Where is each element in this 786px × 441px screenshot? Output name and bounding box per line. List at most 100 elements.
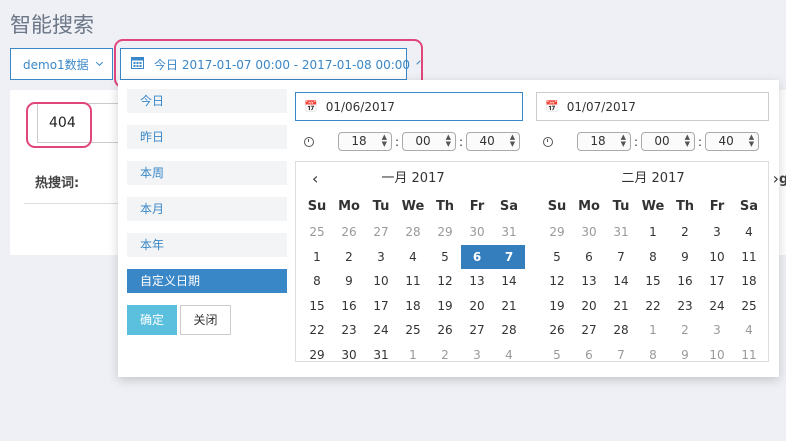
day-cell[interactable]: 5 xyxy=(541,343,573,368)
range-yesterday[interactable]: 昨日 xyxy=(127,125,287,149)
day-cell[interactable]: 1 xyxy=(637,220,669,245)
day-cell[interactable]: 4 xyxy=(733,220,765,245)
day-cell[interactable]: 6 xyxy=(573,343,605,368)
end-second-select[interactable]: 40 ▲ ▼ xyxy=(705,132,760,151)
day-cell[interactable]: 24 xyxy=(701,294,733,319)
day-cell[interactable]: 15 xyxy=(637,269,669,294)
day-cell[interactable]: 31 xyxy=(493,220,525,245)
day-cell[interactable]: 7 xyxy=(605,343,637,368)
day-cell[interactable]: 8 xyxy=(301,269,333,294)
day-cell[interactable]: 16 xyxy=(333,294,365,319)
day-cell[interactable]: 20 xyxy=(573,294,605,319)
day-cell[interactable]: 8 xyxy=(637,343,669,368)
day-cell[interactable]: 25 xyxy=(397,318,429,343)
day-cell[interactable]: 23 xyxy=(669,294,701,319)
day-cell[interactable]: 28 xyxy=(605,318,637,343)
day-cell[interactable]: 27 xyxy=(461,318,493,343)
day-cell[interactable]: 20 xyxy=(461,294,493,319)
end-date-input[interactable]: 📅 01/07/2017 xyxy=(536,92,769,121)
day-cell[interactable]: 29 xyxy=(301,343,333,368)
day-cell[interactable]: 18 xyxy=(733,269,765,294)
day-cell[interactable]: 22 xyxy=(637,294,669,319)
day-cell-selected[interactable]: 7 xyxy=(493,244,525,269)
start-second-select[interactable]: 40 ▲ ▼ xyxy=(466,132,521,151)
day-cell[interactable]: 26 xyxy=(429,318,461,343)
day-cell[interactable]: 14 xyxy=(493,269,525,294)
day-cell[interactable]: 28 xyxy=(397,220,429,245)
range-this-week[interactable]: 本周 xyxy=(127,161,287,185)
day-cell[interactable]: 30 xyxy=(573,220,605,245)
day-cell[interactable]: 21 xyxy=(493,294,525,319)
day-cell[interactable]: 19 xyxy=(541,294,573,319)
confirm-button[interactable]: 确定 xyxy=(127,305,177,335)
day-cell[interactable]: 19 xyxy=(429,294,461,319)
day-cell[interactable]: 31 xyxy=(605,220,637,245)
day-cell[interactable]: 9 xyxy=(669,245,701,270)
day-cell[interactable]: 9 xyxy=(333,269,365,294)
day-cell[interactable]: 1 xyxy=(637,318,669,343)
chevron-left-icon[interactable]: ‹ xyxy=(312,162,318,196)
day-cell[interactable]: 5 xyxy=(541,245,573,270)
day-cell[interactable]: 15 xyxy=(301,294,333,319)
day-cell[interactable]: 4 xyxy=(397,245,429,270)
day-cell[interactable]: 25 xyxy=(301,220,333,245)
day-cell[interactable]: 3 xyxy=(701,220,733,245)
day-cell[interactable]: 11 xyxy=(733,343,765,368)
day-cell[interactable]: 2 xyxy=(669,318,701,343)
day-cell[interactable]: 1 xyxy=(301,245,333,270)
day-cell[interactable]: 6 xyxy=(573,245,605,270)
day-cell[interactable]: 9 xyxy=(669,343,701,368)
day-cell[interactable]: 21 xyxy=(605,294,637,319)
day-cell[interactable]: 4 xyxy=(733,318,765,343)
day-cell[interactable]: 24 xyxy=(365,318,397,343)
day-cell[interactable]: 17 xyxy=(365,294,397,319)
day-cell[interactable]: 2 xyxy=(429,343,461,368)
day-cell[interactable]: 18 xyxy=(397,294,429,319)
range-custom[interactable]: 自定义日期 xyxy=(127,269,287,293)
day-cell[interactable]: 30 xyxy=(333,343,365,368)
range-today[interactable]: 今日 xyxy=(127,89,287,113)
day-cell[interactable]: 8 xyxy=(637,245,669,270)
range-this-year[interactable]: 本年 xyxy=(127,233,287,257)
day-cell[interactable]: 2 xyxy=(669,220,701,245)
day-cell[interactable]: 16 xyxy=(669,269,701,294)
day-cell-selected[interactable]: 6 xyxy=(461,244,493,269)
datasource-dropdown[interactable]: demo1数据 xyxy=(10,48,113,80)
day-cell[interactable]: 1 xyxy=(397,343,429,368)
day-cell[interactable]: 26 xyxy=(333,220,365,245)
day-cell[interactable]: 13 xyxy=(573,269,605,294)
day-cell[interactable]: 29 xyxy=(541,220,573,245)
day-cell[interactable]: 3 xyxy=(365,245,397,270)
day-cell[interactable]: 27 xyxy=(365,220,397,245)
day-cell[interactable]: 25 xyxy=(733,294,765,319)
end-hour-select[interactable]: 18 ▲ ▼ xyxy=(577,132,631,151)
start-hour-select[interactable]: 18 ▲ ▼ xyxy=(338,132,392,151)
day-cell[interactable]: 28 xyxy=(493,318,525,343)
day-cell[interactable]: 11 xyxy=(397,269,429,294)
day-cell[interactable]: 11 xyxy=(733,245,765,270)
day-cell[interactable]: 31 xyxy=(365,343,397,368)
day-cell[interactable]: 2 xyxy=(333,245,365,270)
day-cell[interactable]: 23 xyxy=(333,318,365,343)
day-cell[interactable]: 29 xyxy=(429,220,461,245)
day-cell[interactable]: 10 xyxy=(701,245,733,270)
day-cell[interactable]: 5 xyxy=(429,245,461,270)
start-date-input[interactable]: 📅 01/06/2017 xyxy=(295,92,523,121)
start-minute-select[interactable]: 00 ▲ ▼ xyxy=(402,132,457,151)
day-cell[interactable]: 12 xyxy=(541,269,573,294)
day-cell[interactable]: 12 xyxy=(429,269,461,294)
close-button[interactable]: 关闭 xyxy=(180,305,231,335)
day-cell[interactable]: 10 xyxy=(701,343,733,368)
day-cell[interactable]: 3 xyxy=(461,343,493,368)
day-cell[interactable]: 4 xyxy=(493,343,525,368)
chevron-right-icon[interactable]: › xyxy=(773,162,779,196)
day-cell[interactable]: 14 xyxy=(605,269,637,294)
day-cell[interactable]: 27 xyxy=(573,318,605,343)
day-cell[interactable]: 7 xyxy=(605,245,637,270)
range-this-month[interactable]: 本月 xyxy=(127,197,287,221)
day-cell[interactable]: 3 xyxy=(701,318,733,343)
day-cell[interactable]: 22 xyxy=(301,318,333,343)
day-cell[interactable]: 26 xyxy=(541,318,573,343)
day-cell[interactable]: 10 xyxy=(365,269,397,294)
end-minute-select[interactable]: 00 ▲ ▼ xyxy=(641,132,696,151)
